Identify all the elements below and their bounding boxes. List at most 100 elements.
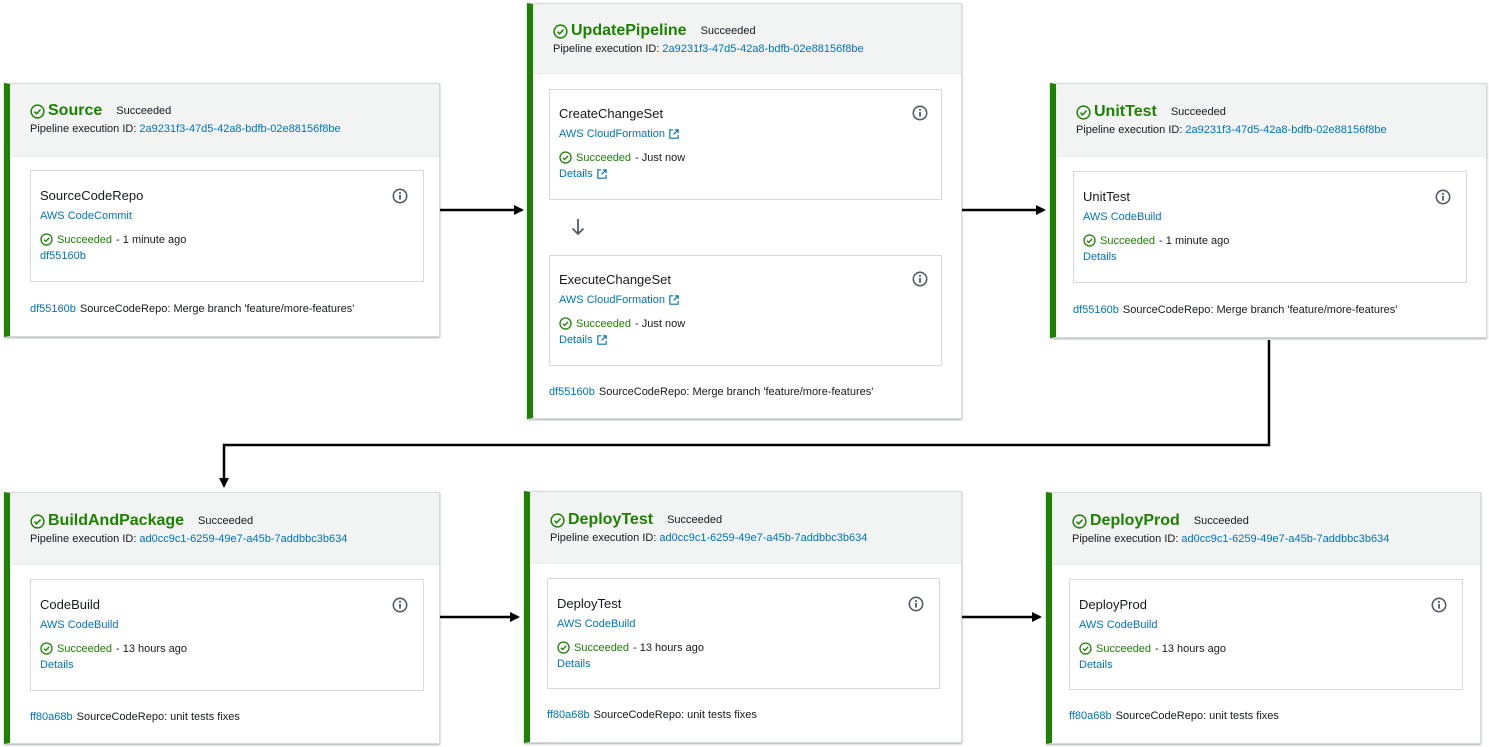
- action-provider-link[interactable]: AWS CloudFormation: [559, 128, 932, 140]
- execution-id-link[interactable]: ad0cc9c1-6259-49e7-a45b-7addbbc3b634: [1181, 533, 1389, 545]
- action-status: Succeeded: [574, 641, 630, 654]
- info-icon[interactable]: [392, 188, 408, 204]
- execution-id-link[interactable]: ad0cc9c1-6259-49e7-a45b-7addbbc3b634: [139, 533, 347, 545]
- external-link-icon: [669, 129, 679, 139]
- execution-id-link[interactable]: 2a9231f3-47d5-42a8-bdfb-02e88156f8be: [662, 43, 863, 55]
- commit-id-link[interactable]: ff80a68b: [30, 711, 73, 723]
- details-link[interactable]: Details: [559, 334, 932, 346]
- execution-id-label: Pipeline execution ID:: [1072, 533, 1179, 545]
- stage-title: DeployTest: [568, 511, 654, 528]
- stage-title: BuildAndPackage: [48, 512, 185, 529]
- stage-status: Succeeded: [198, 515, 254, 527]
- stage-header: UpdatePipeline Succeeded Pipeline execut…: [533, 4, 961, 74]
- action-card: CodeBuild AWS CodeBuild Succeeded - 13 h…: [30, 579, 424, 691]
- stage-footer: ff80a68b SourceCodeRepo: unit tests fixes: [30, 711, 240, 723]
- stage-status: Succeeded: [116, 105, 172, 117]
- action-time: - 1 minute ago: [116, 233, 187, 246]
- check-circle-icon: [30, 513, 45, 529]
- check-circle-icon: [1072, 513, 1087, 529]
- stage-header: DeployProd Succeeded Pipeline execution …: [1052, 493, 1480, 565]
- stage-footer: ff80a68b SourceCodeRepo: unit tests fixes: [547, 709, 757, 721]
- stage-deploytest: DeployTest Succeeded Pipeline execution …: [524, 491, 962, 743]
- action-card: CreateChangeSet AWS CloudFormation Succe…: [549, 89, 942, 200]
- stage-header: UnitTest Succeeded Pipeline execution ID…: [1056, 84, 1486, 157]
- action-status: Succeeded: [1096, 642, 1152, 655]
- info-icon[interactable]: [908, 596, 924, 612]
- execution-id-label: Pipeline execution ID:: [30, 533, 137, 545]
- stage-header: DeployTest Succeeded Pipeline execution …: [530, 492, 961, 564]
- check-circle-icon: [1079, 642, 1092, 655]
- stage-source: Source Succeeded Pipeline execution ID: 2…: [4, 83, 440, 337]
- action-provider-link[interactable]: AWS CodeBuild: [40, 619, 414, 631]
- action-name: DeployProd: [1079, 597, 1147, 612]
- check-circle-icon: [559, 151, 572, 164]
- commit-message: SourceCodeRepo: Merge branch 'feature/mo…: [598, 386, 874, 398]
- action-status: Succeeded: [576, 317, 632, 330]
- details-link[interactable]: Details: [40, 659, 414, 671]
- stage-header: BuildAndPackage Succeeded Pipeline execu…: [10, 493, 439, 565]
- action-provider-link[interactable]: AWS CodeBuild: [1079, 619, 1453, 631]
- action-card: SourceCodeRepo AWS CodeCommit Succeeded …: [30, 170, 424, 282]
- details-link[interactable]: Details: [559, 168, 932, 180]
- stage-header: Source Succeeded Pipeline execution ID: 2…: [10, 84, 439, 157]
- stage-footer: ff80a68b SourceCodeRepo: unit tests fixes: [1069, 710, 1279, 722]
- action-status: Succeeded: [57, 642, 113, 655]
- stage-unittest: UnitTest Succeeded Pipeline execution ID…: [1050, 83, 1487, 338]
- stage-status: Succeeded: [667, 514, 723, 526]
- commit-id-link[interactable]: ff80a68b: [547, 709, 590, 721]
- execution-id-link[interactable]: 2a9231f3-47d5-42a8-bdfb-02e88156f8be: [1185, 124, 1386, 136]
- check-circle-icon: [40, 642, 53, 655]
- stage-deployprod: DeployProd Succeeded Pipeline execution …: [1046, 492, 1481, 744]
- info-icon[interactable]: [912, 271, 928, 287]
- stage-buildandpackage: BuildAndPackage Succeeded Pipeline execu…: [4, 492, 440, 744]
- action-provider-link[interactable]: AWS CodeCommit: [40, 210, 414, 222]
- action-time: - 1 minute ago: [1159, 234, 1230, 247]
- action-time: - Just now: [635, 317, 686, 330]
- execution-id-label: Pipeline execution ID:: [553, 43, 660, 55]
- action-time: - Just now: [635, 151, 686, 164]
- commit-message: SourceCodeRepo: unit tests fixes: [1115, 710, 1279, 722]
- action-name: SourceCodeRepo: [40, 188, 144, 203]
- details-link[interactable]: Details: [1079, 659, 1453, 671]
- info-icon[interactable]: [1431, 597, 1447, 613]
- action-time: - 13 hours ago: [1155, 642, 1226, 655]
- details-link[interactable]: Details: [557, 658, 930, 670]
- check-circle-icon: [1083, 234, 1096, 247]
- execution-id-link[interactable]: ad0cc9c1-6259-49e7-a45b-7addbbc3b634: [659, 532, 867, 544]
- check-circle-icon: [553, 23, 568, 39]
- action-provider-link[interactable]: AWS CodeBuild: [1083, 211, 1457, 223]
- action-provider-link[interactable]: AWS CodeBuild: [557, 618, 930, 630]
- commit-message: SourceCodeRepo: unit tests fixes: [593, 709, 757, 721]
- external-link-icon: [596, 335, 607, 345]
- action-status: Succeeded: [576, 151, 632, 164]
- stage-status: Succeeded: [700, 25, 756, 37]
- check-circle-icon: [557, 641, 570, 654]
- commit-id-link[interactable]: ff80a68b: [1069, 710, 1112, 722]
- action-status: Succeeded: [1100, 234, 1156, 247]
- action-status: Succeeded: [57, 233, 113, 246]
- stage-footer: df55160b SourceCodeRepo: Merge branch 'fe…: [1073, 304, 1397, 316]
- info-icon[interactable]: [1435, 189, 1451, 205]
- info-icon[interactable]: [912, 105, 928, 121]
- execution-id-label: Pipeline execution ID:: [1076, 124, 1183, 136]
- execution-id-link[interactable]: 2a9231f3-47d5-42a8-bdfb-02e88156f8be: [139, 123, 340, 135]
- commit-id-link[interactable]: df55160b: [549, 386, 595, 398]
- check-circle-icon: [559, 317, 572, 330]
- revision-link[interactable]: df55160b: [40, 250, 414, 262]
- execution-id-label: Pipeline execution ID:: [30, 123, 137, 135]
- commit-id-link[interactable]: df55160b: [30, 303, 76, 315]
- commit-message: SourceCodeRepo: Merge branch 'feature/mo…: [79, 303, 355, 315]
- action-card: DeployProd AWS CodeBuild Succeeded - 13 …: [1069, 579, 1463, 690]
- details-link[interactable]: Details: [1083, 251, 1457, 263]
- commit-id-link[interactable]: df55160b: [1073, 304, 1119, 316]
- external-link-icon: [596, 169, 607, 179]
- stage-status: Succeeded: [1170, 106, 1226, 118]
- action-provider-link[interactable]: AWS CloudFormation: [559, 294, 932, 306]
- stage-status: Succeeded: [1193, 515, 1249, 527]
- info-icon[interactable]: [392, 597, 408, 613]
- action-time: - 13 hours ago: [116, 642, 187, 655]
- action-time: - 13 hours ago: [633, 641, 704, 654]
- stage-title: UpdatePipeline: [571, 22, 687, 39]
- action-name: CodeBuild: [40, 597, 100, 612]
- action-name: DeployTest: [557, 596, 622, 611]
